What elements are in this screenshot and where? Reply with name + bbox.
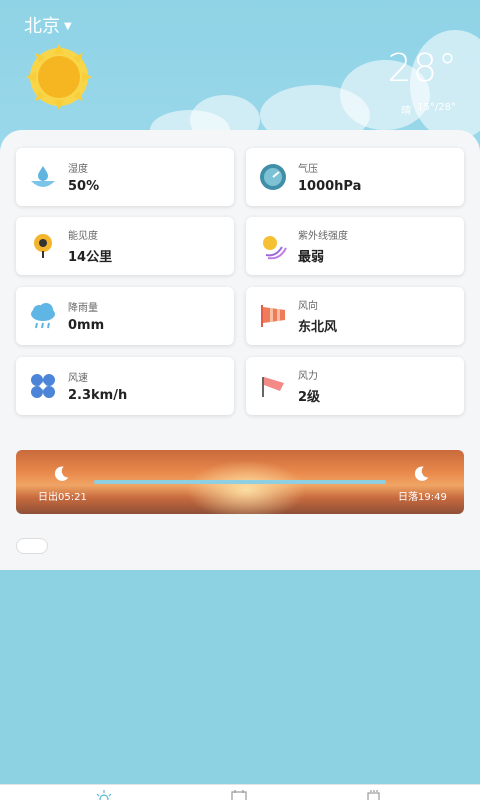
temperature-summary: 晴 15°/28° xyxy=(401,102,456,117)
visibility-icon xyxy=(28,231,58,261)
fan-icon xyxy=(28,371,58,401)
card-label: 风速 xyxy=(68,373,88,384)
toggle-switch[interactable] xyxy=(16,538,48,554)
current-temperature: 28° xyxy=(387,46,458,90)
card-value: 2级 xyxy=(298,390,321,405)
card-value: 2.3km/h xyxy=(68,388,128,403)
weather-condition: 晴 xyxy=(401,106,412,117)
card-wind-direction: 风向 东北风 xyxy=(246,287,464,345)
city-name: 北京 xyxy=(24,16,60,37)
sunrise-sunset-banner: 日出05:21 日落19:49 xyxy=(16,450,464,514)
card-uv: 紫外线强度 最弱 xyxy=(246,217,464,275)
uv-icon xyxy=(258,231,288,261)
card-label: 气压 xyxy=(298,164,318,175)
humidity-icon xyxy=(28,162,58,192)
windsock-icon xyxy=(258,301,288,331)
card-value: 最弱 xyxy=(298,250,325,265)
caret-down-icon: ▼ xyxy=(64,20,72,32)
temperature-range: 15°/28° xyxy=(417,102,456,113)
card-wind-speed: 风速 2.3km/h xyxy=(16,357,234,415)
bottom-navigation xyxy=(0,784,480,800)
card-label: 降雨量 xyxy=(68,303,98,314)
card-label: 紫外线强度 xyxy=(298,231,348,242)
card-value: 0mm xyxy=(68,318,105,333)
card-label: 能见度 xyxy=(68,231,98,242)
wind-flag-icon xyxy=(258,371,288,401)
city-selector[interactable]: 北京 ▼ xyxy=(24,12,72,38)
tea-icon[interactable] xyxy=(364,789,384,800)
sun-icon xyxy=(26,44,92,110)
card-value: 1000hPa xyxy=(298,179,362,194)
card-rainfall: 降雨量 0mm xyxy=(16,287,234,345)
card-humidity: 湿度 50% xyxy=(16,148,234,206)
card-pressure: 气压 1000hPa xyxy=(246,148,464,206)
card-value: 14公里 xyxy=(68,250,113,265)
header-area: 北京 ▼ 28° 晴 15°/28° xyxy=(0,0,480,150)
moon-icon xyxy=(54,466,69,481)
pressure-gauge-icon xyxy=(258,162,288,192)
sunrise-time: 日出05:21 xyxy=(38,492,87,503)
card-label: 湿度 xyxy=(68,164,88,175)
card-visibility: 能见度 14公里 xyxy=(16,217,234,275)
card-label: 风力 xyxy=(298,371,318,382)
moon-icon xyxy=(414,466,429,481)
calendar-icon[interactable] xyxy=(229,789,249,800)
sunset-time: 日落19:49 xyxy=(398,492,447,503)
card-value: 东北风 xyxy=(298,320,338,335)
rain-cloud-icon xyxy=(28,301,58,331)
weather-icon[interactable] xyxy=(94,789,114,800)
card-label: 风向 xyxy=(298,301,318,312)
daylight-track xyxy=(94,480,386,484)
card-value: 50% xyxy=(68,179,100,194)
card-wind-force: 风力 2级 xyxy=(246,357,464,415)
sun-glow xyxy=(186,460,306,514)
